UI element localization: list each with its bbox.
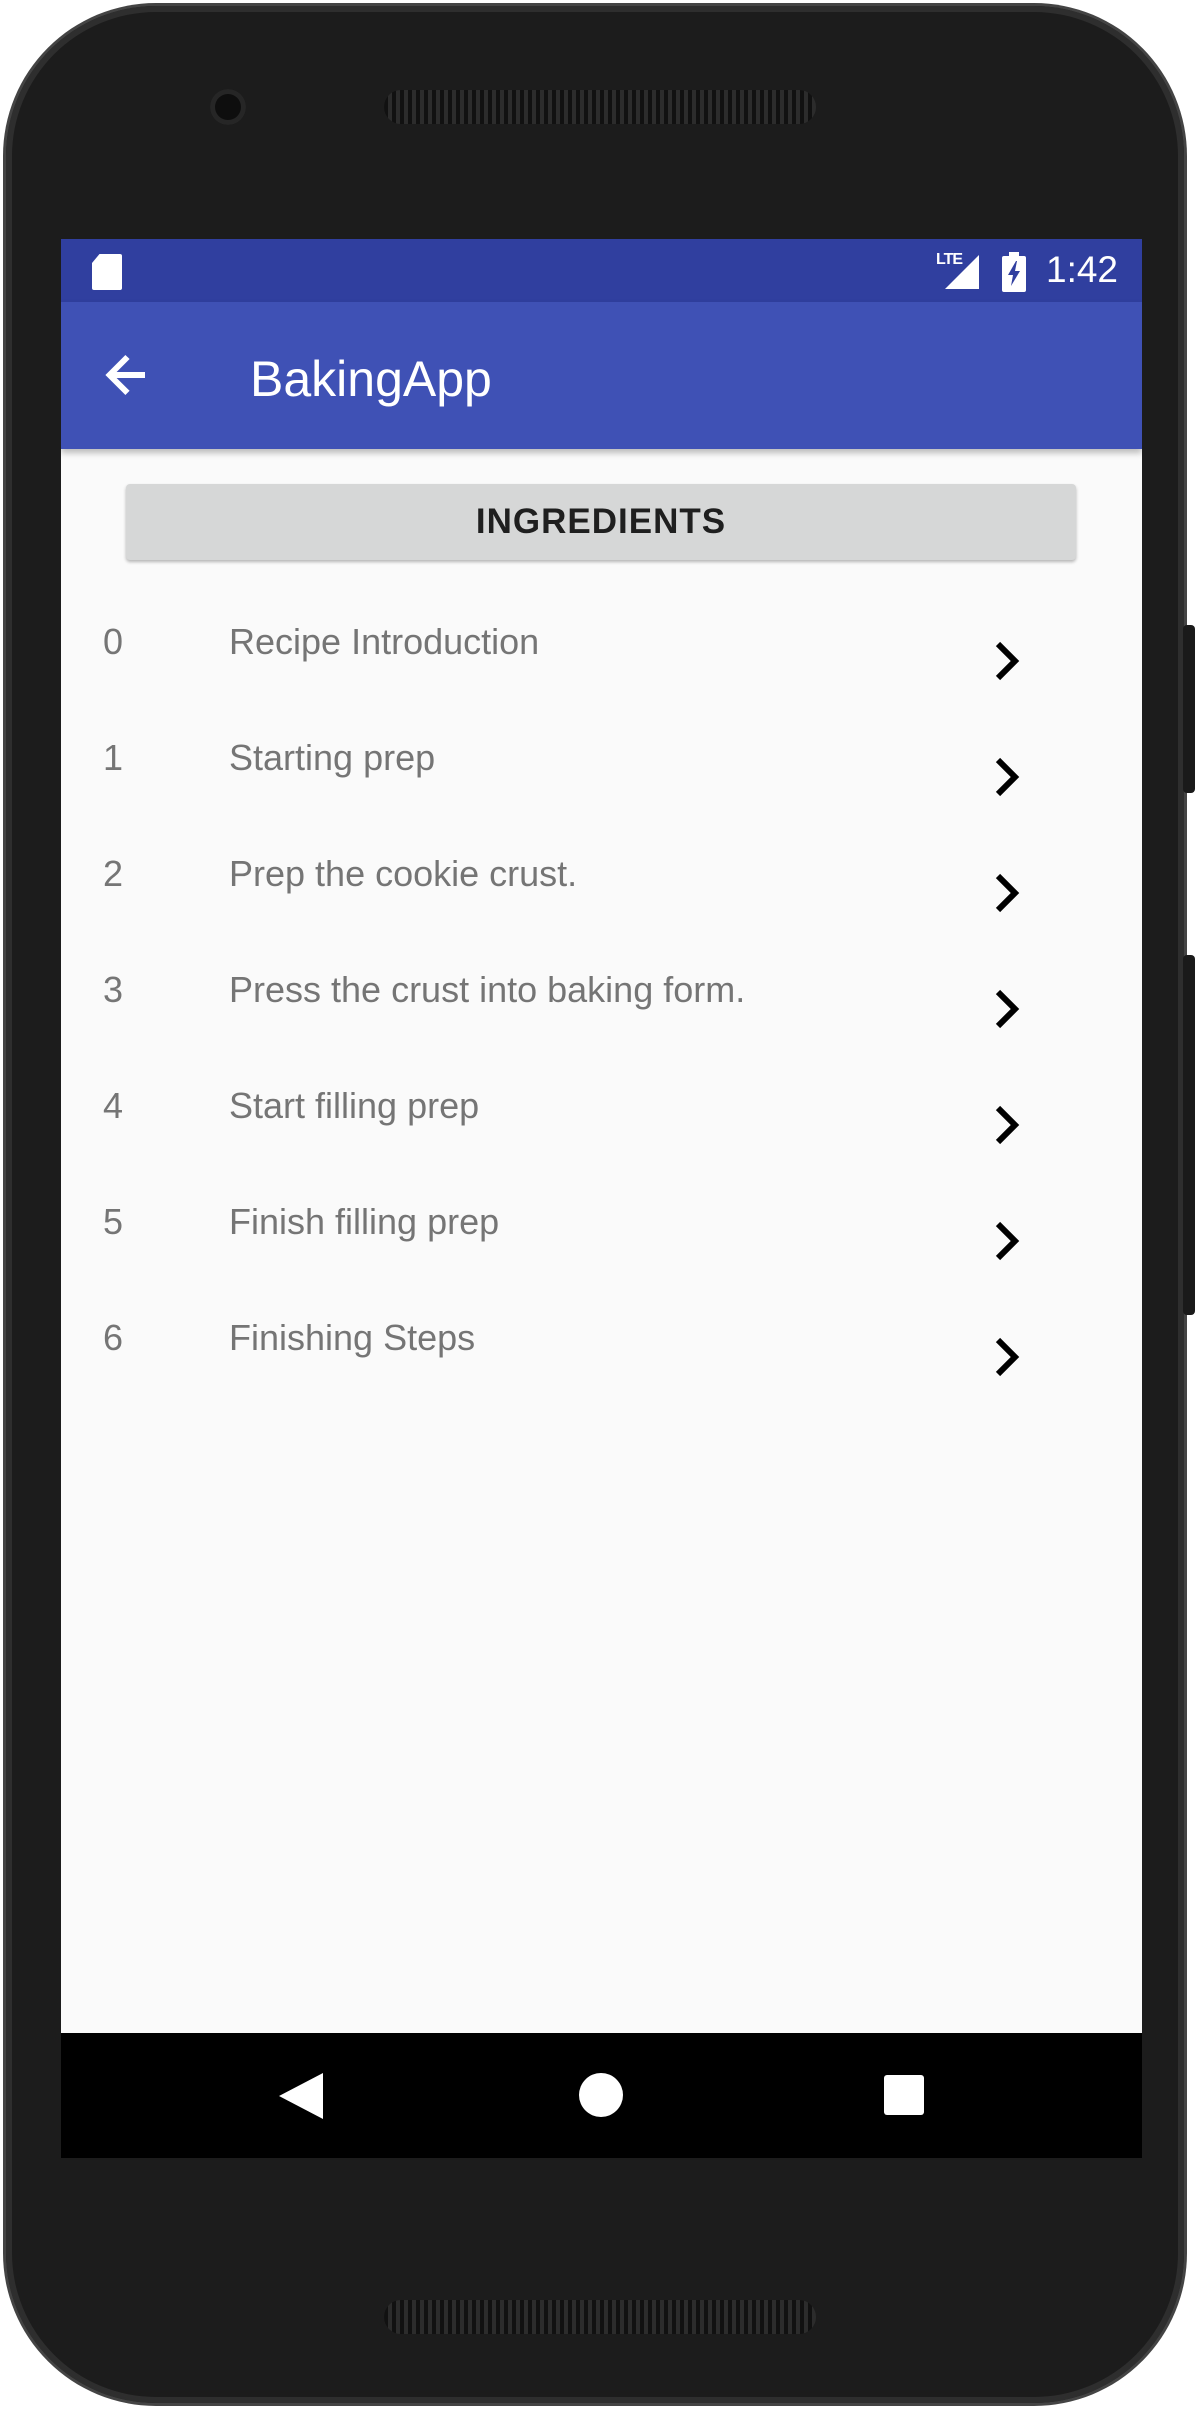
step-description: Starting prep [229, 737, 436, 778]
front-camera [210, 89, 246, 125]
step-description: Prep the cookie crust. [229, 853, 578, 894]
step-description: Finishing Steps [229, 1317, 476, 1358]
top-speaker-grille [384, 90, 816, 124]
step-description: Finish filling prep [229, 1201, 500, 1242]
step-row[interactable]: 1 Starting prep [61, 705, 1142, 821]
battery-charging-icon [1002, 252, 1026, 292]
chevron-right-icon [995, 873, 1020, 913]
step-number: 4 [103, 1085, 124, 1126]
app-toolbar: BakingApp [61, 302, 1142, 449]
chevron-right-icon [995, 641, 1020, 681]
step-row[interactable]: 6 Finishing Steps [61, 1285, 1142, 1401]
step-row[interactable]: 3 Press the crust into baking form. [61, 937, 1142, 1053]
bottom-speaker-grille [384, 2300, 816, 2334]
network-type-label: LTE [936, 251, 963, 268]
step-row[interactable]: 5 Finish filling prep [61, 1169, 1142, 1285]
status-time: 1:42 [1046, 249, 1119, 290]
step-number: 3 [103, 969, 124, 1010]
recipe-steps-list: 0 Recipe Introduction 1 Starting prep 2 … [61, 589, 1142, 1401]
system-navigation-bar [61, 2033, 1142, 2158]
app-title: BakingApp [250, 351, 492, 407]
arrow-back-icon[interactable] [91, 339, 163, 411]
step-number: 6 [103, 1317, 124, 1358]
ingredients-button[interactable]: INGREDIENTS [126, 484, 1076, 560]
step-row[interactable]: 0 Recipe Introduction [61, 589, 1142, 705]
step-description: Start filling prep [229, 1085, 480, 1126]
step-number: 0 [103, 621, 124, 662]
nav-recents-icon[interactable] [884, 2075, 924, 2115]
step-description: Press the crust into baking form. [229, 969, 746, 1010]
chevron-right-icon [995, 757, 1020, 797]
sd-card-icon [92, 254, 122, 290]
step-number: 2 [103, 853, 124, 894]
step-row[interactable]: 4 Start filling prep [61, 1053, 1142, 1169]
step-number: 5 [103, 1201, 124, 1242]
status-bar: LTE 1:42 [61, 239, 1142, 302]
power-button [1183, 625, 1195, 793]
chevron-right-icon [995, 1337, 1020, 1377]
nav-back-icon[interactable] [279, 2073, 323, 2119]
nav-home-icon[interactable] [579, 2073, 623, 2117]
chevron-right-icon [995, 1105, 1020, 1145]
chevron-right-icon [995, 989, 1020, 1029]
step-description: Recipe Introduction [229, 621, 540, 662]
phone-frame: LTE 1:42 BakingApp INGREDIENTS 0 Recipe … [6, 6, 1184, 2403]
step-row[interactable]: 2 Prep the cookie crust. [61, 821, 1142, 937]
device-screen: LTE 1:42 BakingApp INGREDIENTS 0 Recipe … [61, 239, 1142, 2158]
chevron-right-icon [995, 1221, 1020, 1261]
volume-rocker [1183, 955, 1195, 1315]
step-number: 1 [103, 737, 124, 778]
